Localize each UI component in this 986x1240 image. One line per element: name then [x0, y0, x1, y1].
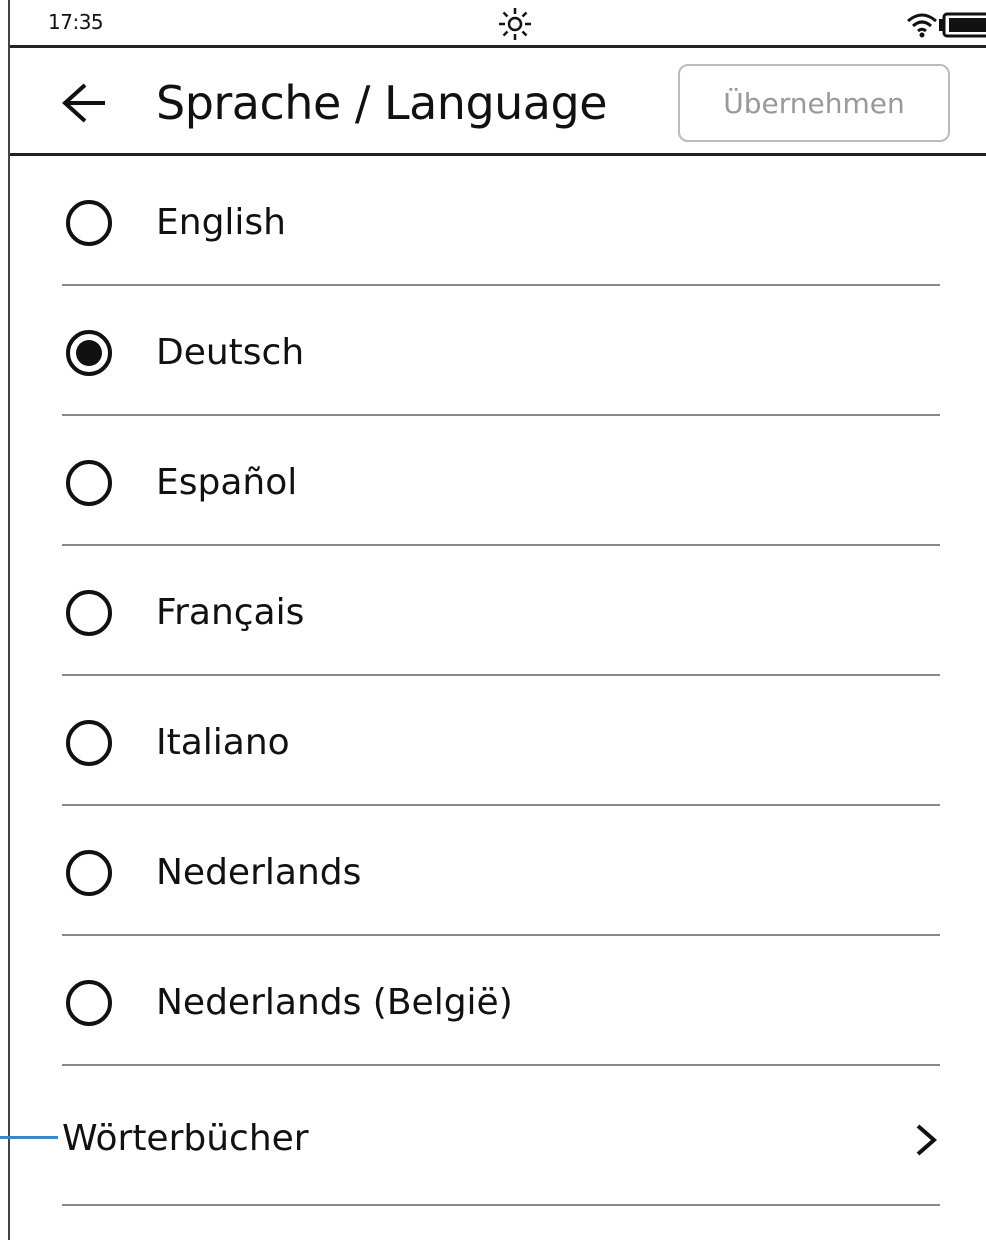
language-option-deutsch[interactable]: Deutsch [62, 286, 940, 416]
status-bar: 17:35 [10, 0, 986, 48]
dictionaries-label: Wörterbücher [62, 1118, 309, 1159]
battery-icon [939, 12, 986, 38]
language-option-italiano[interactable]: Italiano [62, 676, 940, 806]
language-label: Nederlands (België) [156, 982, 513, 1023]
radio-selected-dot [76, 340, 102, 366]
language-label: Deutsch [156, 332, 305, 373]
radio-button[interactable] [66, 720, 112, 766]
radio-button[interactable] [66, 460, 112, 506]
arrow-left-icon [62, 83, 105, 123]
language-option-nederlands[interactable]: Nederlands [62, 806, 940, 936]
sun-icon[interactable] [497, 6, 533, 42]
radio-button[interactable] [66, 590, 112, 636]
chevron-right-icon [916, 1124, 938, 1156]
callout-line [0, 1136, 58, 1139]
device-frame-edge [8, 0, 10, 1240]
language-label: English [156, 202, 286, 243]
page-title: Sprache / Language [156, 76, 608, 130]
radio-button[interactable] [66, 200, 112, 246]
language-option-francais[interactable]: Français [62, 546, 940, 676]
radio-button[interactable] [66, 850, 112, 896]
language-label: Español [156, 462, 298, 503]
apply-button[interactable]: Übernehmen [678, 64, 950, 142]
header-bar: Sprache / Language Übernehmen [10, 48, 986, 156]
dictionaries-item[interactable]: Wörterbücher [62, 1076, 940, 1206]
language-option-nederlands-belgie[interactable]: Nederlands (België) [62, 936, 940, 1066]
language-option-espanol[interactable]: Español [62, 416, 940, 546]
radio-button-selected[interactable] [66, 330, 112, 376]
language-list: English Deutsch Español Français Italian… [62, 156, 940, 1066]
language-label: Français [156, 592, 305, 633]
radio-button[interactable] [66, 980, 112, 1026]
language-label: Nederlands [156, 852, 362, 893]
language-option-english[interactable]: English [62, 156, 940, 286]
wifi-icon [907, 13, 937, 38]
status-time: 17:35 [48, 10, 104, 34]
language-label: Italiano [156, 722, 290, 763]
back-button[interactable] [52, 70, 118, 136]
